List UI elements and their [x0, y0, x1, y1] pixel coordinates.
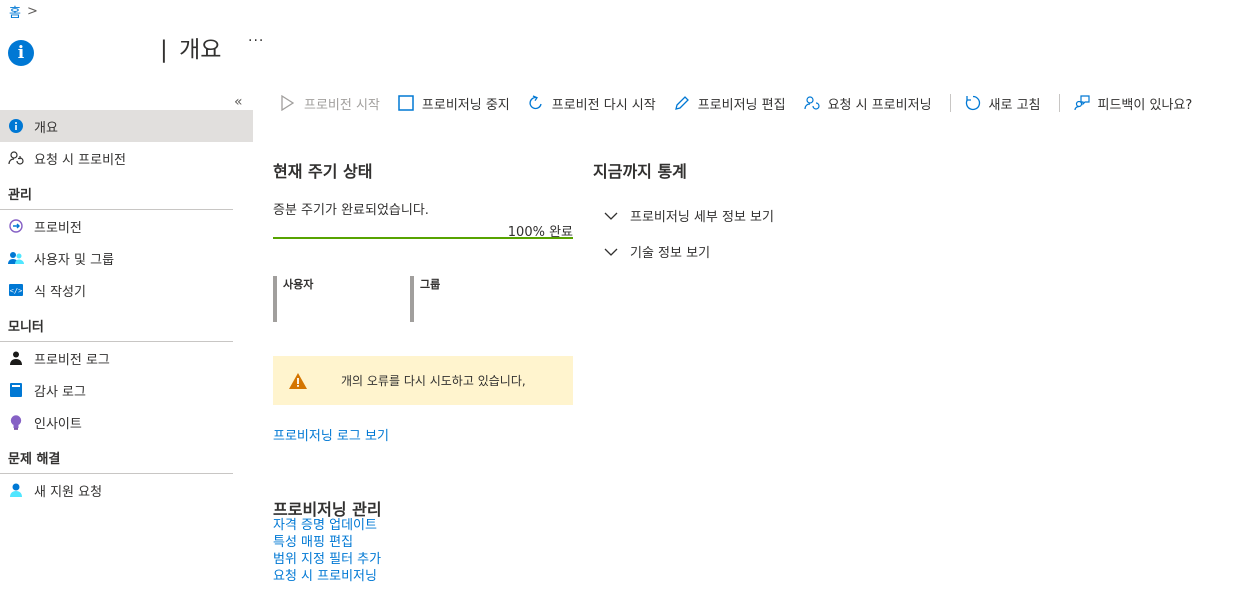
- sidebar-item-label: 감사 로그: [34, 384, 86, 400]
- insights-icon: [8, 414, 24, 430]
- add-scoping-filters-link[interactable]: 범위 지정 필터 추가: [273, 551, 381, 568]
- sidebar-item-provisioning[interactable]: 프로비전: [0, 210, 253, 242]
- provisioning-details-label: 프로비저닝 세부 정보 보기: [630, 210, 774, 225]
- cycle-status-text: 증분 주기가 완료되었습니다.: [273, 203, 429, 218]
- warning-banner: 개의 오류를 다시 시도하고 있습니다,: [273, 356, 573, 405]
- users-tile: 사용자: [273, 276, 313, 322]
- view-provisioning-logs-link[interactable]: 프로비저닝 로그 보기: [273, 425, 389, 444]
- expression-builder-icon: </>: [8, 282, 24, 298]
- sidebar-item-label: 식 작성기: [34, 284, 86, 300]
- sidebar-item-label: 요청 시 프로비전: [34, 152, 126, 168]
- provision-on-demand-label: 요청 시 프로비저닝: [827, 97, 932, 113]
- provisioning-details-expander[interactable]: 프로비저닝 세부 정보 보기: [604, 206, 774, 225]
- manage-links: 자격 증명 업데이트 특성 매핑 편집 범위 지정 필터 추가 요청 시 프로비…: [273, 517, 381, 585]
- update-credentials-link[interactable]: 자격 증명 업데이트: [273, 517, 381, 534]
- chevron-down-icon: [604, 247, 618, 257]
- command-separator: [1058, 94, 1060, 112]
- stop-icon: [398, 95, 414, 111]
- support-request-icon: [8, 482, 24, 498]
- warning-text: 개의 오류를 다시 시도하고 있습니다,: [341, 374, 526, 388]
- page-title-bar: |: [160, 37, 168, 63]
- provision-on-demand-icon: [803, 95, 820, 111]
- restart-provisioning-button[interactable]: 프로비전 다시 시작: [528, 94, 656, 113]
- start-provisioning-label: 프로비전 시작: [304, 97, 380, 113]
- more-options-button[interactable]: ···: [248, 33, 264, 49]
- sidebar-item-audit-logs[interactable]: 감사 로그: [0, 374, 253, 406]
- progress-bar: [273, 237, 573, 239]
- sidebar-item-label: 새 지원 요청: [34, 484, 103, 500]
- sidebar-item-label: 인사이트: [34, 416, 82, 432]
- breadcrumb-home-link[interactable]: 홈: [9, 2, 21, 21]
- sidebar-item-overview[interactable]: 개요: [0, 110, 253, 142]
- breadcrumb: 홈 >: [9, 2, 38, 21]
- edit-provisioning-label: 프로비저닝 편집: [697, 97, 786, 113]
- feedback-icon: [1073, 95, 1090, 111]
- users-groups-icon: [8, 250, 24, 266]
- statistics-title: 지금까지 통계: [593, 162, 687, 181]
- edit-provisioning-button[interactable]: 프로비저닝 편집: [674, 94, 786, 113]
- sidebar-item-label: 사용자 및 그룹: [34, 252, 115, 268]
- sidebar-item-new-support-request[interactable]: 새 지원 요청: [0, 474, 253, 506]
- technical-info-expander[interactable]: 기술 정보 보기: [604, 242, 710, 261]
- command-separator: [949, 94, 951, 112]
- pencil-icon: [674, 95, 690, 111]
- chevron-down-icon: [604, 211, 618, 221]
- svg-text:</>: </>: [10, 287, 23, 295]
- sidebar-item-label: 개요: [34, 120, 58, 136]
- provision-on-demand-button[interactable]: 요청 시 프로비저닝: [803, 94, 932, 113]
- breadcrumb-separator: >: [26, 4, 38, 19]
- sidebar-item-provisioning-logs[interactable]: 프로비전 로그: [0, 342, 253, 374]
- refresh-button[interactable]: 새로 고침: [965, 94, 1041, 113]
- sidebar-item-label: 프로비전 로그: [34, 352, 110, 368]
- provisioning-icon: [8, 218, 24, 234]
- play-icon: [280, 95, 296, 111]
- restart-provisioning-label: 프로비전 다시 시작: [551, 97, 656, 113]
- audit-logs-icon: [8, 382, 24, 398]
- info-icon: i: [8, 40, 34, 66]
- sidebar: 개요 요청 시 프로비전 관리 프로비전 사용자 및 그룹 </> 식 작성기 …: [0, 110, 253, 506]
- info-icon: [8, 118, 24, 134]
- sidebar-item-expression-builder[interactable]: </> 식 작성기: [0, 274, 253, 306]
- groups-tile: 그룹: [410, 276, 440, 322]
- page-title: | 개요: [160, 30, 221, 64]
- page-title-text: 개요: [179, 37, 222, 63]
- collapse-sidebar-button[interactable]: «: [234, 94, 243, 110]
- provision-on-demand-link[interactable]: 요청 시 프로비저닝: [273, 568, 381, 585]
- groups-tile-label: 그룹: [420, 278, 441, 291]
- refresh-label: 새로 고침: [988, 97, 1041, 113]
- restart-icon: [528, 95, 544, 111]
- stop-provisioning-button[interactable]: 프로비저닝 중지: [398, 94, 510, 113]
- stop-provisioning-label: 프로비저닝 중지: [421, 97, 510, 113]
- provision-on-demand-icon: [8, 150, 24, 166]
- provisioning-logs-icon: [8, 350, 24, 366]
- progress-fill: [273, 237, 573, 239]
- feedback-button[interactable]: 피드백이 있나요?: [1073, 94, 1193, 113]
- sidebar-item-label: 프로비전: [34, 220, 82, 236]
- section-title-monitor: 모니터: [0, 306, 233, 342]
- sidebar-item-provision-on-demand[interactable]: 요청 시 프로비전: [0, 142, 253, 174]
- sidebar-item-insights[interactable]: 인사이트: [0, 406, 253, 438]
- technical-info-label: 기술 정보 보기: [630, 246, 711, 261]
- feedback-label: 피드백이 있나요?: [1097, 97, 1193, 113]
- refresh-icon: [965, 95, 981, 111]
- warning-icon: [289, 372, 307, 389]
- sidebar-item-users-groups[interactable]: 사용자 및 그룹: [0, 242, 253, 274]
- section-title-manage: 관리: [0, 174, 233, 210]
- users-tile-label: 사용자: [283, 278, 314, 291]
- start-provisioning-button[interactable]: 프로비전 시작: [280, 94, 380, 113]
- command-bar: 프로비전 시작 프로비저닝 중지 프로비전 다시 시작 프로비저닝 편집 요청 …: [280, 90, 1210, 116]
- section-title-troubleshoot: 문제 해결: [0, 438, 233, 474]
- edit-attribute-mappings-link[interactable]: 특성 매핑 편집: [273, 534, 381, 551]
- current-cycle-title: 현재 주기 상태: [273, 162, 373, 181]
